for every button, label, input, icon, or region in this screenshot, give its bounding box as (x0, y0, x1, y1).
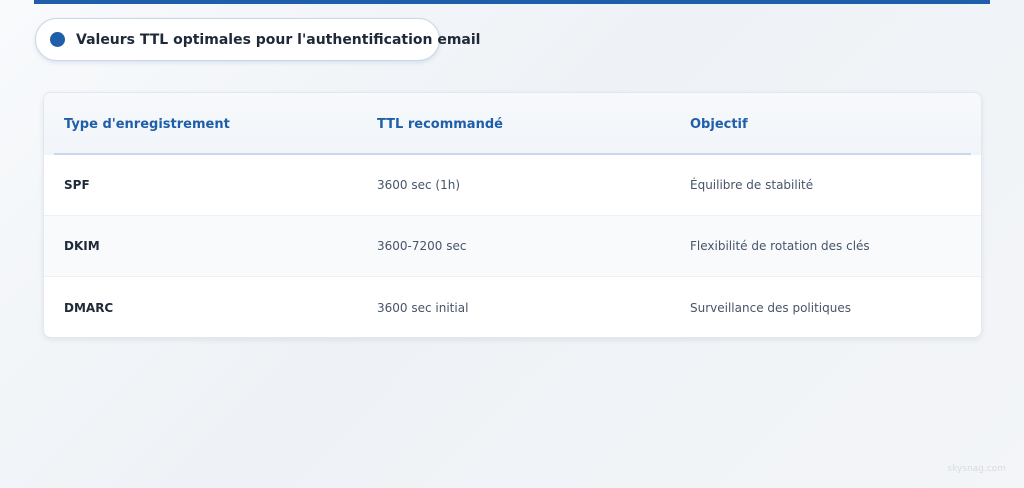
purpose-cell: Surveillance des politiques (690, 300, 851, 315)
table-row: SPF 3600 sec (1h) Équilibre de stabilité (44, 155, 981, 216)
bullet-dot-icon (50, 32, 65, 47)
section-title: Valeurs TTL optimales pour l'authentific… (76, 31, 481, 48)
section-title-pill: Valeurs TTL optimales pour l'authentific… (35, 18, 480, 61)
header-purpose: Objectif (690, 116, 748, 132)
ttl-table: Type d'enregistrement TTL recommandé Obj… (43, 92, 982, 338)
table-header-row: Type d'enregistrement TTL recommandé Obj… (44, 93, 981, 155)
header-record-type: Type d'enregistrement (64, 116, 230, 132)
table-row: DKIM 3600-7200 sec Flexibilité de rotati… (44, 216, 981, 277)
top-accent-bar (34, 0, 990, 4)
purpose-cell: Flexibilité de rotation des clés (690, 239, 870, 253)
table-row: DMARC 3600 sec initial Surveillance des … (44, 277, 981, 337)
record-type-cell: DKIM (64, 239, 100, 253)
ttl-cell: 3600 sec (1h) (377, 178, 461, 192)
watermark-text: skysnag.com (947, 464, 1006, 474)
ttl-cell: 3600 sec initial (377, 300, 469, 315)
ttl-cell: 3600-7200 sec (377, 239, 467, 253)
record-type-cell: SPF (64, 178, 90, 192)
header-recommended-ttl: TTL recommandé (377, 116, 503, 132)
purpose-cell: Équilibre de stabilité (690, 178, 814, 192)
record-type-cell: DMARC (64, 300, 114, 315)
